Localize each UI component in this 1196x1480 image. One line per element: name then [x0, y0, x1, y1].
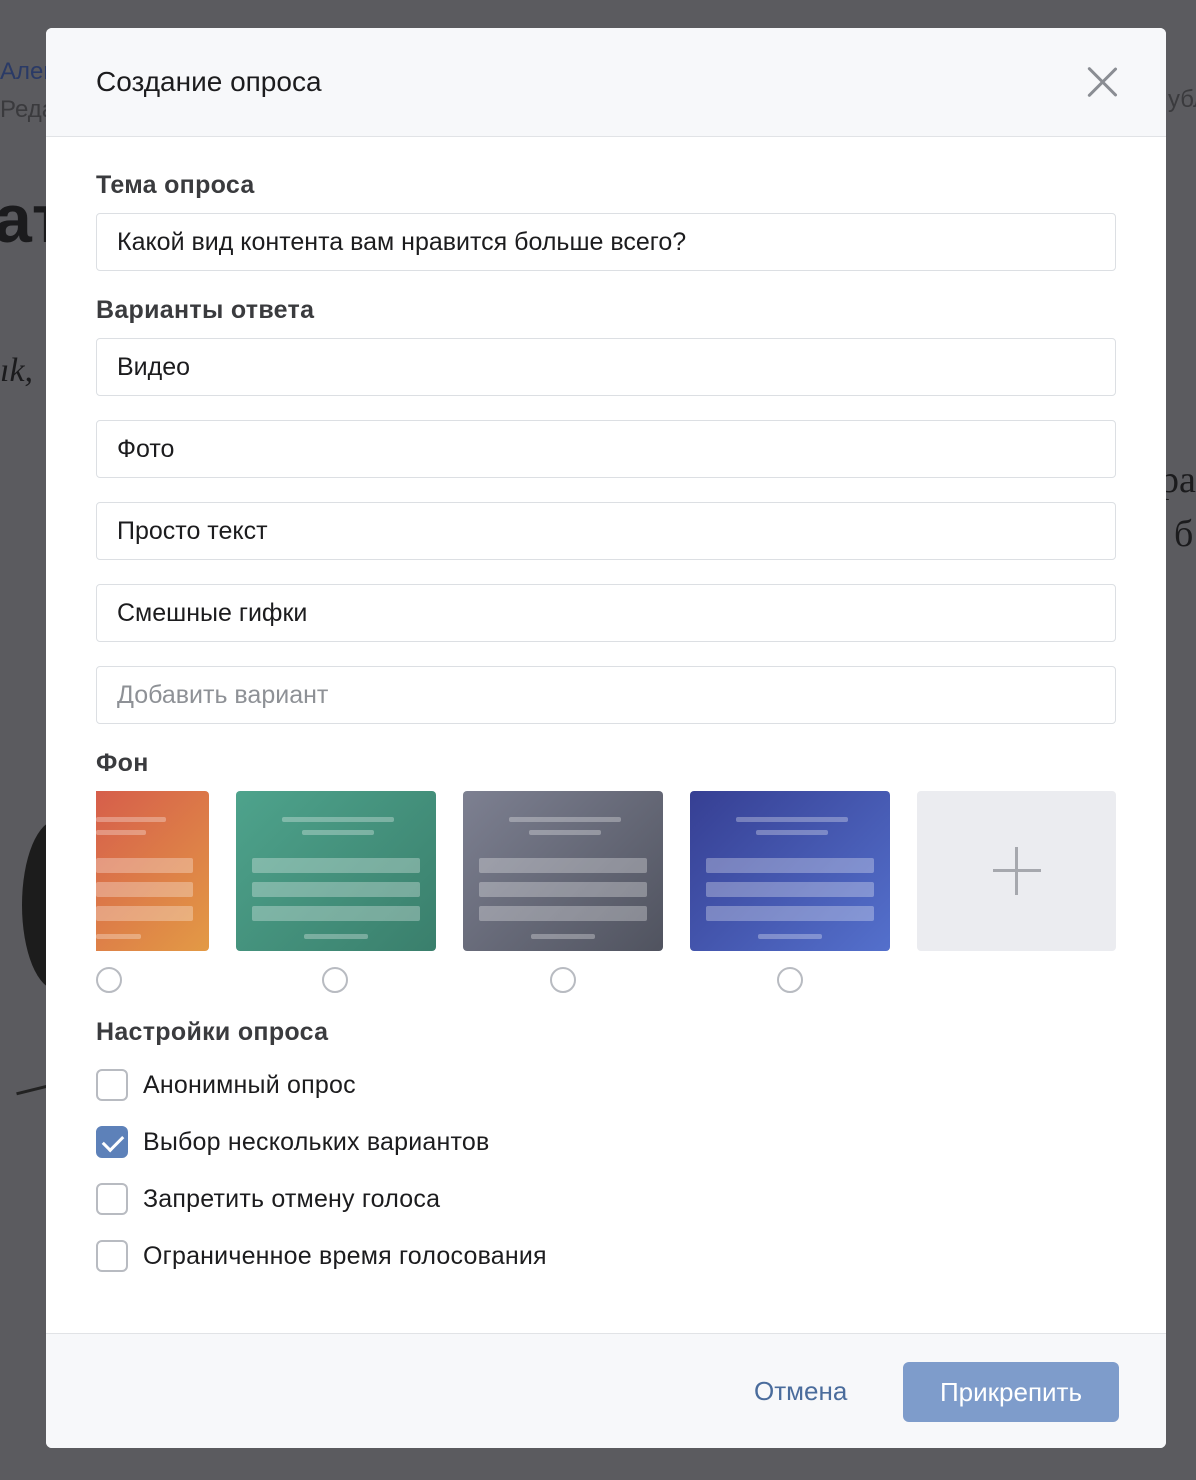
poll-modal: Создание опроса Тема опроса Варианты отв… — [46, 28, 1166, 1448]
background-tile-blue[interactable] — [690, 791, 890, 951]
close-icon[interactable] — [1086, 66, 1118, 98]
checkbox[interactable] — [96, 1240, 128, 1272]
background-right-fragment: убл — [1168, 86, 1196, 113]
multiple-choice-option[interactable]: Выбор нескольких вариантов — [96, 1125, 490, 1159]
checkbox[interactable] — [96, 1183, 128, 1215]
background-radio-orange[interactable] — [96, 967, 122, 993]
background-tile-gray[interactable] — [463, 791, 663, 951]
limited-voting-time-option[interactable]: Ограниченное время голосования — [96, 1239, 547, 1273]
background-italic-fragment: ık, — [0, 352, 34, 389]
topic-label: Тема опроса — [96, 171, 255, 199]
settings-label: Настройки опроса — [96, 1018, 329, 1046]
checkmark-icon — [101, 1129, 125, 1153]
checkbox-label: Ограниченное время голосования — [143, 1241, 547, 1270]
modal-header: Создание опроса — [46, 28, 1166, 137]
checkbox-checked[interactable] — [96, 1126, 128, 1158]
answer-option-input[interactable] — [96, 502, 1116, 560]
background-tile-green[interactable] — [236, 791, 436, 951]
checkbox-label: Анонимный опрос — [143, 1070, 356, 1099]
background-radio-green[interactable] — [322, 967, 348, 993]
checkbox-label: Запретить отмену голоса — [143, 1184, 441, 1213]
answers-label: Варианты ответа — [96, 296, 315, 324]
anonymous-poll-option[interactable]: Анонимный опрос — [96, 1068, 356, 1102]
answer-option-input[interactable] — [96, 338, 1116, 396]
background-label: Фон — [96, 749, 149, 777]
cancel-button[interactable]: Отмена — [754, 1376, 847, 1407]
modal-footer: Отмена Прикрепить — [46, 1333, 1166, 1448]
background-radio-blue[interactable] — [777, 967, 803, 993]
add-answer-input[interactable] — [96, 666, 1116, 724]
background-radio-gray[interactable] — [550, 967, 576, 993]
background-right-fragment: б — [1174, 513, 1194, 555]
checkbox[interactable] — [96, 1069, 128, 1101]
answer-option-input[interactable] — [96, 420, 1116, 478]
add-background-button[interactable] — [917, 791, 1116, 951]
answer-option-input[interactable] — [96, 584, 1116, 642]
modal-title: Создание опроса — [96, 66, 322, 97]
topic-input[interactable] — [96, 213, 1116, 271]
background-tile-orange[interactable] — [96, 791, 209, 951]
attach-button[interactable]: Прикрепить — [903, 1362, 1119, 1422]
disable-vote-cancel-option[interactable]: Запретить отмену голоса — [96, 1182, 440, 1216]
checkbox-label: Выбор нескольких вариантов — [143, 1127, 490, 1156]
